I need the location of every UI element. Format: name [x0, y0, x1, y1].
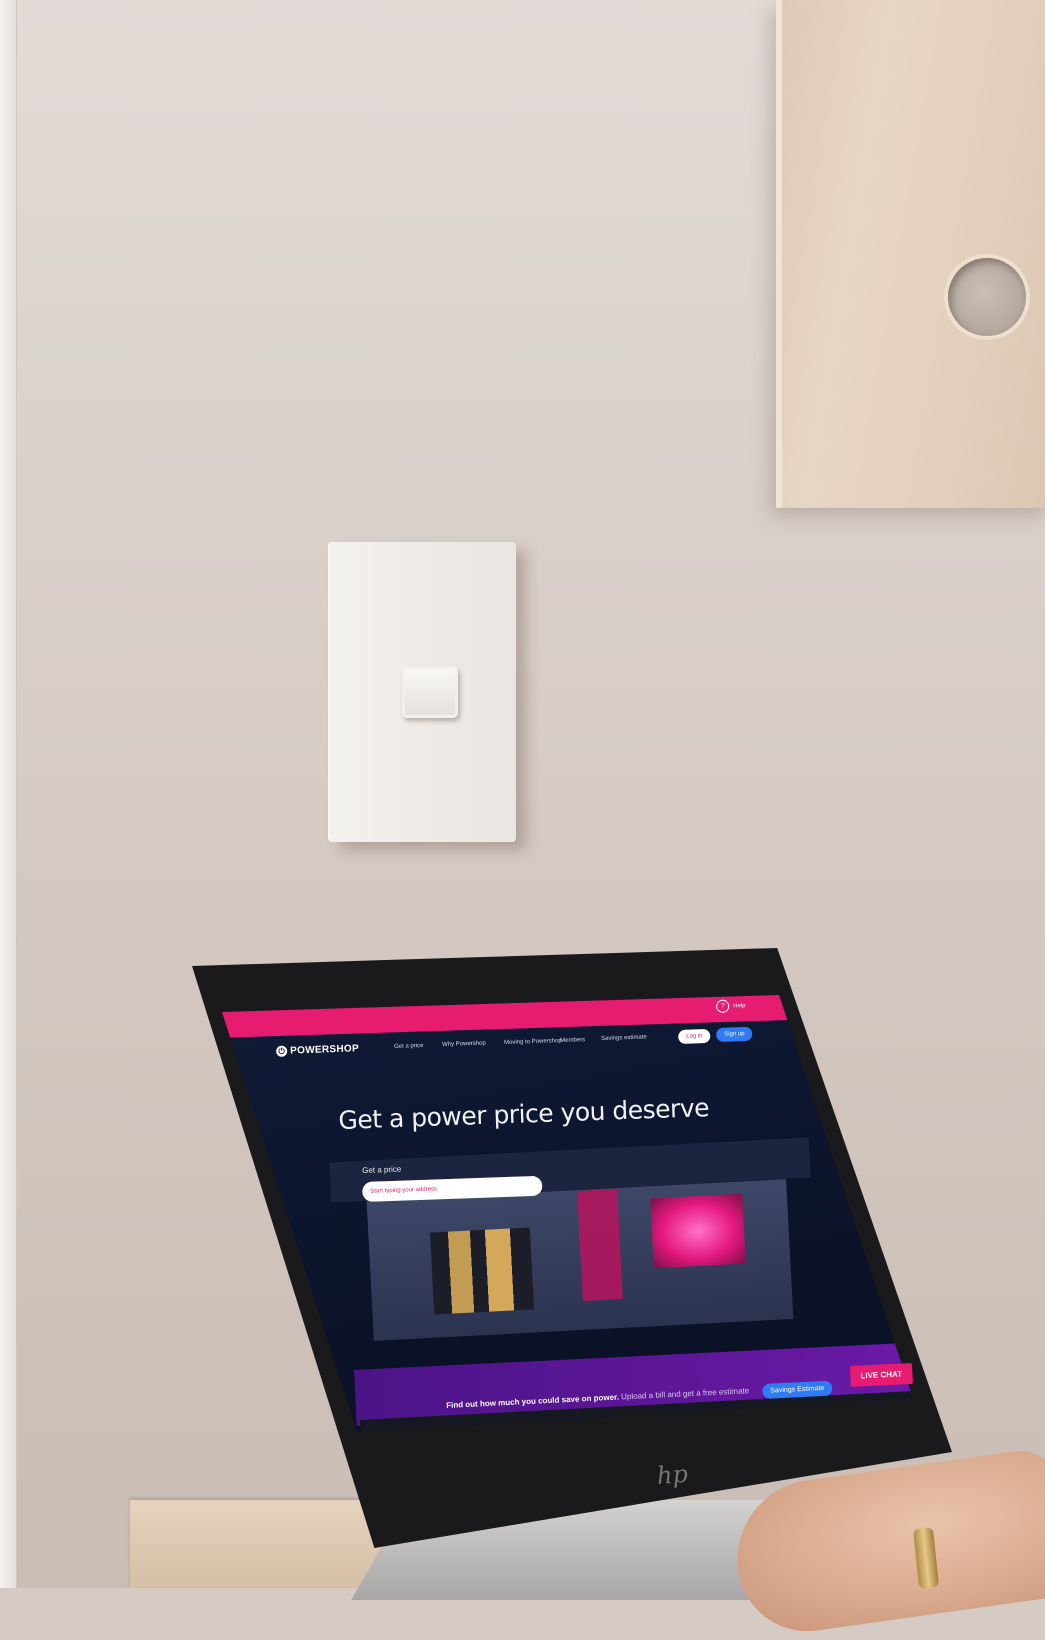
login-button[interactable]: Log in — [678, 1028, 711, 1044]
promo-banner-sub: Upload a bill and get a free estimate — [618, 1386, 750, 1402]
promo-banner-text: Find out how much you could save on powe… — [446, 1386, 749, 1410]
live-chat-button[interactable]: LIVE CHAT — [850, 1362, 913, 1387]
nav-get-a-price[interactable]: Get a price — [394, 1043, 424, 1050]
website: ? Help ⏻ POWERSHOP Get a price Why Powersh… — [0, 0, 1045, 1588]
brand-name: POWERSHOP — [289, 1043, 360, 1057]
help-label: Help — [733, 1002, 746, 1010]
hp-logo: hp — [656, 1459, 689, 1490]
nav-moving[interactable]: Moving to Powershop — [504, 1038, 562, 1046]
quote-label: Get a price — [362, 1164, 402, 1175]
power-icon: ⏻ — [276, 1045, 288, 1057]
nav-members[interactable]: Members — [560, 1037, 585, 1044]
savings-estimate-button[interactable]: Savings Estimate — [762, 1380, 833, 1399]
address-search-input[interactable]: Start typing your address — [362, 1175, 543, 1202]
nav-savings-estimate[interactable]: Savings estimate — [601, 1034, 647, 1042]
signup-button[interactable]: Sign up — [716, 1026, 753, 1042]
promo-banner-bold: Find out how much you could save on powe… — [446, 1392, 620, 1410]
brand-logo[interactable]: ⏻ POWERSHOP — [276, 1043, 359, 1057]
help-link[interactable]: ? Help — [716, 999, 746, 1013]
address-placeholder: Start typing your address — [370, 1186, 438, 1195]
nav-why-powershop[interactable]: Why Powershop — [442, 1040, 486, 1048]
help-icon: ? — [716, 999, 730, 1013]
hero-title: Get a power price you deserve — [338, 1093, 710, 1135]
